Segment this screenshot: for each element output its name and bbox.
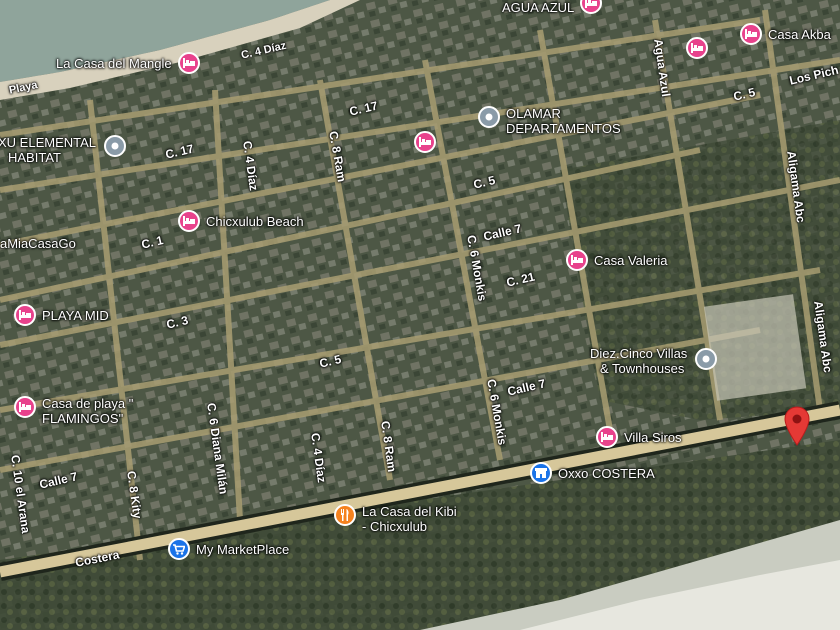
- poi-label: Oxxo COSTERA: [558, 466, 655, 481]
- poi-label: aMiaCasaGo: [0, 236, 76, 251]
- satellite-imagery: [0, 0, 840, 630]
- poi-hotel[interactable]: [686, 37, 708, 59]
- hotel-icon: [580, 0, 603, 14]
- hotel-icon: [686, 37, 708, 59]
- poi-label: Chicxulub Beach: [206, 214, 304, 229]
- shop-icon: [530, 462, 552, 484]
- poi-label: La Casa del Kibi - Chicxulub: [362, 504, 457, 534]
- place-icon: [478, 106, 500, 128]
- poi-la-casa-del-kibi[interactable]: La Casa del Kibi - Chicxulub: [334, 504, 457, 534]
- poi-playa-mid[interactable]: PLAYA MID: [14, 304, 109, 326]
- poi-label: Diez.Cinco Villas & Townhouses: [590, 346, 688, 376]
- poi-chicxulub-beach[interactable]: Chicxulub Beach: [178, 210, 304, 232]
- poi-diez-cinco-villas[interactable]: Diez.Cinco Villas & Townhouses: [590, 346, 718, 376]
- hotel-icon: [14, 396, 36, 418]
- poi-label: OLAMAR DEPARTAMENTOS: [506, 106, 621, 136]
- poi-la-casa-del-mangle[interactable]: La Casa del Mangle: [56, 52, 200, 74]
- shopping-cart-icon: [168, 538, 190, 560]
- poi-label: La Casa del Mangle: [56, 56, 172, 71]
- map-view[interactable]: C. 4 Díaz Playa C. 17 C. 17 C. 4 Díaz C.…: [0, 0, 840, 630]
- poi-label: XU ELEMENTAL HABITAT: [0, 135, 97, 165]
- hotel-icon: [566, 249, 588, 271]
- poi-casa-valeria[interactable]: Casa Valeria: [566, 249, 667, 271]
- hotel-icon: [414, 131, 436, 153]
- hotel-icon: [177, 52, 200, 74]
- poi-label: Villa Siros: [624, 430, 682, 445]
- poi-agua-azul[interactable]: AGUA AZUL: [502, 0, 603, 15]
- hotel-icon: [178, 210, 200, 232]
- poi-mamia-casa-go[interactable]: aMiaCasaGo: [0, 236, 76, 251]
- map-pin-icon[interactable]: [784, 406, 810, 451]
- poi-oxxo-costera[interactable]: Oxxo COSTERA: [530, 462, 655, 484]
- poi-label: AGUA AZUL: [502, 0, 575, 15]
- poi-label: PLAYA MID: [42, 308, 109, 323]
- restaurant-icon: [334, 504, 356, 526]
- hotel-icon: [596, 426, 618, 448]
- poi-hotel[interactable]: [414, 131, 436, 153]
- poi-label: Casa de playa " FLAMINGOS": [42, 396, 134, 426]
- poi-my-marketplace[interactable]: My MarketPlace: [168, 538, 289, 560]
- poi-villa-siros[interactable]: Villa Siros: [596, 426, 682, 448]
- hotel-icon: [740, 23, 762, 45]
- poi-casa-akba[interactable]: Casa Akba: [740, 23, 831, 45]
- poi-olamar-departamentos[interactable]: OLAMAR DEPARTAMENTOS: [478, 106, 621, 136]
- poi-label: My MarketPlace: [196, 542, 290, 557]
- poi-xu-elemental-habitat[interactable]: XU ELEMENTAL HABITAT: [0, 135, 127, 165]
- hotel-icon: [14, 304, 36, 326]
- place-icon: [104, 135, 127, 157]
- poi-label: Casa Valeria: [594, 253, 668, 268]
- poi-casa-de-playa-flamingos[interactable]: Casa de playa " FLAMINGOS": [14, 396, 133, 426]
- place-icon: [695, 348, 718, 370]
- poi-label: Casa Akba: [768, 27, 831, 42]
